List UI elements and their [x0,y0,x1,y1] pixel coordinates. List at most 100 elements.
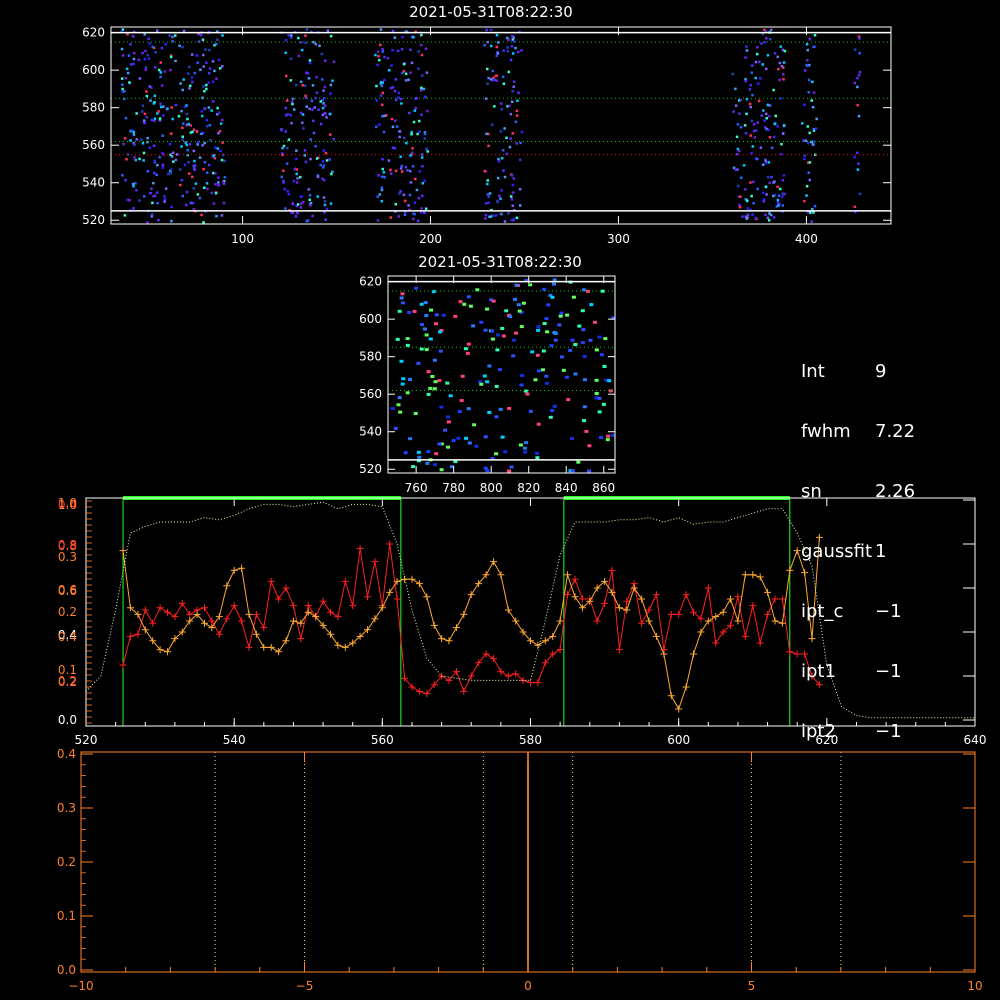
heatmap-cell [319,100,322,103]
heatmap-cell [424,348,429,352]
heatmap-cell [500,189,503,192]
heatmap-cell [177,115,181,118]
heatmap-cell [535,451,539,455]
data-point [593,617,601,625]
heatmap-cell [212,154,216,157]
heatmap-cell [522,446,527,450]
heatmap-cell [124,76,128,80]
heatmap-cell [749,83,752,87]
heatmap-cell [484,202,488,205]
heatmap-cell [588,338,593,342]
heatmap-cell [764,213,767,217]
heatmap-cell [506,36,509,40]
x-tick-label: 840 [555,481,578,495]
heatmap-cell [515,109,519,113]
data-point [504,606,512,614]
heatmap-cell [154,66,157,69]
heatmap-cell [202,65,205,68]
heatmap-cell [303,84,307,87]
y-tick-label: 560 [359,387,382,401]
heatmap-cell [500,108,503,111]
heatmap-cell [286,189,289,193]
heatmap-cell [390,117,394,121]
heatmap-cell [488,215,491,218]
data-point [749,602,757,610]
heatmap-cell [745,112,748,116]
heatmap-cell [380,84,384,88]
data-point [712,613,720,621]
heatmap-cell [512,85,515,88]
heatmap-cell [507,70,510,74]
heatmap-cell [148,42,151,45]
heatmap-cell [219,149,222,153]
heatmap-cell [453,314,458,318]
heatmap-cell [161,166,164,169]
heatmap-cell [185,203,188,207]
heatmap-cell [512,217,516,221]
heatmap-cell [754,60,758,64]
data-point [719,608,727,616]
heatmap-cell [408,377,412,381]
heatmap-cell [773,52,777,55]
data-point [223,582,231,590]
heatmap-cell [398,130,402,133]
heatmap-cell [503,220,507,223]
heatmap-cell [308,194,312,197]
heatmap-cell [754,216,757,220]
y-tick-label: 0.1 [57,909,76,923]
heatmap-cell [146,170,150,173]
y-tick-label: 540 [82,176,105,190]
heatmap-cell [198,196,202,200]
heatmap-cell [179,82,182,85]
heatmap-cell [323,112,327,115]
heatmap-cell [752,180,755,184]
heatmap-cell [389,216,393,219]
heatmap-cell [304,41,307,45]
heatmap-cell [182,29,186,33]
data-point [764,588,772,596]
heatmap-cell [201,144,204,147]
heatmap-cell [160,46,164,50]
heatmap-cell [536,325,541,329]
heatmap-cell [170,106,173,109]
heatmap-cell [324,104,327,107]
y-tick-label: 0.0 [58,713,77,727]
heatmap-cell [390,64,393,67]
y-tick-label: 0.2 [58,675,77,689]
heatmap-cell [144,68,148,71]
heatmap-cell [296,177,299,180]
heatmap-cell [295,149,298,152]
heatmap-cell [387,159,391,162]
data-point [793,547,801,555]
data-point [245,643,253,651]
heatmap-cell [206,187,209,191]
heatmap-cell [206,124,209,128]
heatmap-cell [287,34,290,37]
heatmap-cell [404,72,408,76]
heatmap-cell [290,211,293,214]
heatmap-cell [287,138,291,141]
heatmap-cell [376,50,380,53]
heatmap-cell [514,120,517,124]
heatmap-cell [391,49,394,52]
heatmap-cell [594,378,599,382]
heatmap-cell [423,132,427,136]
heatmap-cell [413,212,416,216]
heatmap-cell [314,42,318,46]
heatmap-cell [186,117,189,121]
heatmap-cell [433,380,438,384]
heatmap-cell [304,160,308,164]
heatmap-cell [756,52,759,56]
heatmap-cell [510,100,514,103]
heatmap-cell [512,36,515,39]
info-key: ipt_c [801,601,844,622]
heatmap-cell [305,71,308,74]
heatmap-cell [577,324,582,328]
heatmap-cell [214,146,217,149]
heatmap-cell [414,286,419,290]
data-point [134,630,142,638]
heatmap-cell [763,119,766,123]
heatmap-cell [400,170,404,173]
data-point [490,558,497,566]
y-tick-label: 540 [359,425,382,439]
